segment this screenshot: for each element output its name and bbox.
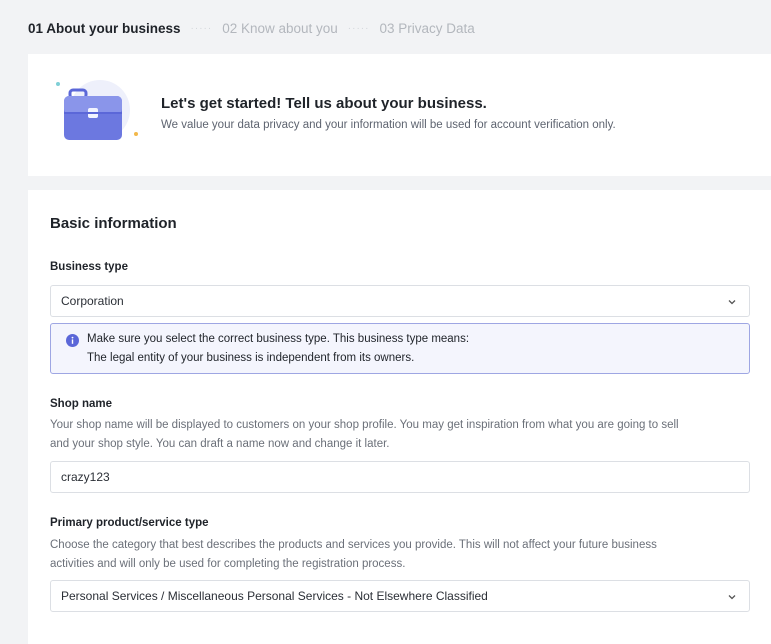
- primary-type-select[interactable]: Personal Services / Miscellaneous Person…: [50, 580, 750, 612]
- primary-type-label: Primary product/service type: [50, 517, 209, 529]
- step-divider: ·····: [190, 22, 213, 34]
- info-icon: [66, 334, 79, 352]
- step-privacy-data[interactable]: 03 Privacy Data: [379, 21, 474, 36]
- intro-subtitle: We value your data privacy and your info…: [161, 119, 616, 131]
- step-about-business[interactable]: 01 About your business: [28, 21, 181, 36]
- notice-line-1: Make sure you select the correct busines…: [87, 333, 470, 345]
- shop-name-label: Shop name: [50, 398, 112, 410]
- primary-type-value: Personal Services / Miscellaneous Person…: [61, 589, 488, 603]
- intro-title: Let's get started! Tell us about your bu…: [161, 95, 487, 112]
- business-type-value: Corporation: [61, 294, 124, 308]
- notice-line-2: The legal entity of your business is ind…: [87, 352, 415, 364]
- business-type-label: Business type: [50, 261, 128, 273]
- shop-name-desc-1: Your shop name will be displayed to cust…: [50, 419, 679, 431]
- briefcase-icon: [50, 78, 140, 148]
- business-type-notice: Make sure you select the correct busines…: [50, 323, 750, 374]
- shop-name-value: crazy123: [61, 470, 110, 484]
- chevron-down-icon: [727, 296, 737, 310]
- primary-type-desc-2: activities and will only be used for com…: [50, 558, 406, 570]
- chevron-down-icon: [727, 591, 737, 605]
- primary-type-desc-1: Choose the category that best describes …: [50, 539, 657, 551]
- progress-stepper: 01 About your business ····· 02 Know abo…: [28, 18, 475, 38]
- shop-name-input[interactable]: crazy123: [50, 461, 750, 493]
- step-know-about-you[interactable]: 02 Know about you: [222, 21, 338, 36]
- business-type-select[interactable]: Corporation: [50, 285, 750, 317]
- step-divider: ·····: [347, 22, 370, 34]
- shop-name-desc-2: and your shop style. You can draft a nam…: [50, 438, 390, 450]
- section-title: Basic information: [50, 215, 177, 232]
